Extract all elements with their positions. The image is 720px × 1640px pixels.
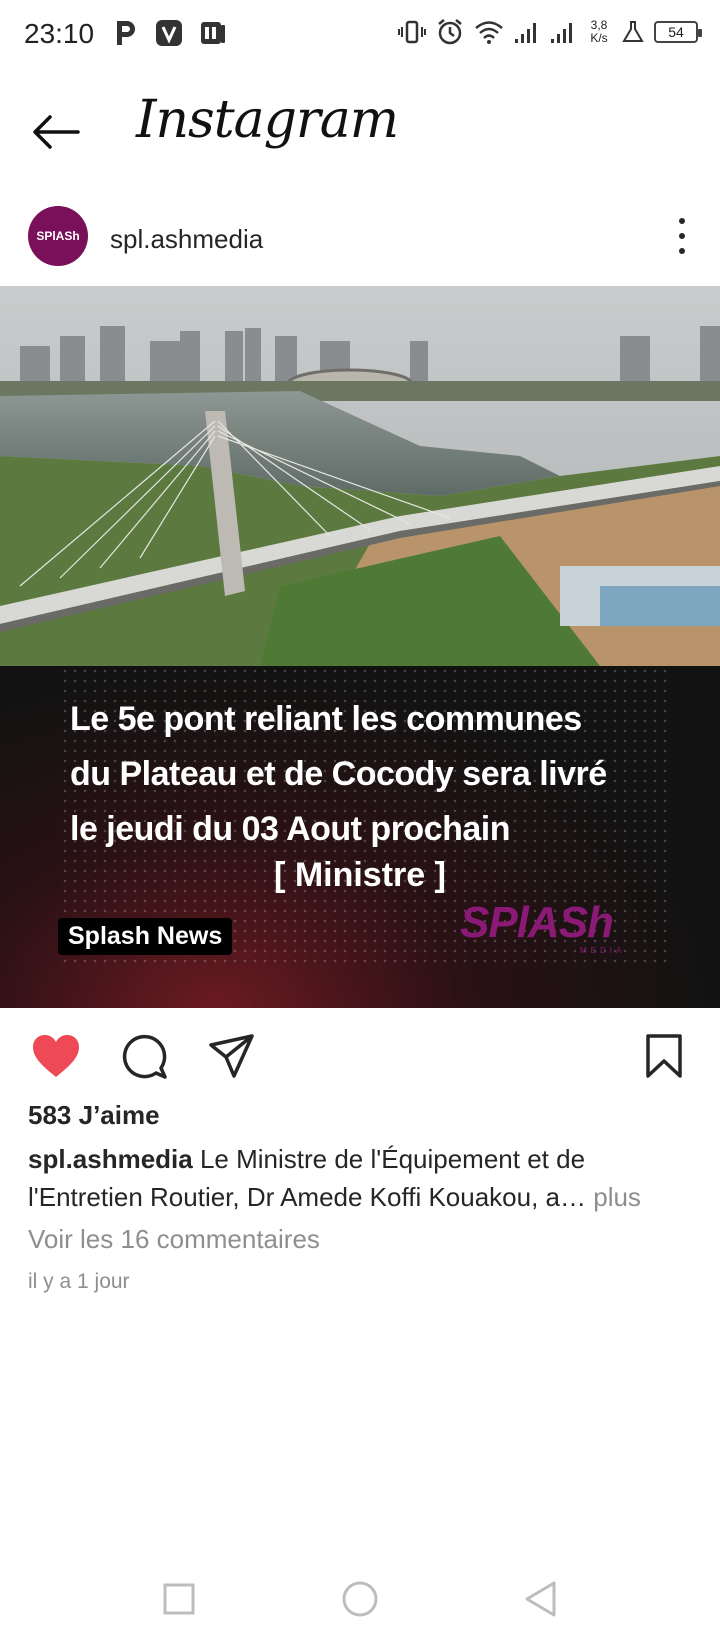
share-icon bbox=[209, 1034, 254, 1078]
status-notification-icons bbox=[110, 18, 228, 48]
back-button[interactable] bbox=[26, 102, 86, 162]
v-app-icon bbox=[154, 18, 184, 48]
comment-icon bbox=[122, 1034, 167, 1079]
more-options-button[interactable] bbox=[670, 214, 694, 258]
battery-indicator: 54 bbox=[654, 21, 702, 43]
recent-apps-icon bbox=[163, 1583, 195, 1615]
view-comments-link[interactable]: Voir les 16 commentaires bbox=[28, 1224, 320, 1255]
avatar[interactable]: SPlASh bbox=[28, 206, 88, 266]
wifi-icon bbox=[475, 21, 503, 44]
brand-logo-sub: MEDIA bbox=[580, 946, 626, 955]
more-dot bbox=[679, 233, 685, 239]
heart-filled-icon bbox=[33, 1035, 79, 1077]
status-time: 23:10 bbox=[24, 18, 95, 49]
brand-logo: SPlASh bbox=[460, 898, 614, 947]
signal-1-icon bbox=[515, 23, 536, 43]
post-header: SPlASh spl.ashmedia bbox=[0, 200, 720, 286]
vibrate-icon bbox=[398, 20, 426, 44]
post-banner: Le 5e pont reliant les communes du Plate… bbox=[0, 666, 720, 1008]
system-nav-bar bbox=[0, 1560, 720, 1640]
signal-2-icon bbox=[551, 23, 572, 43]
more-dot bbox=[679, 248, 685, 254]
home-button[interactable] bbox=[335, 1574, 385, 1624]
like-button[interactable] bbox=[30, 1030, 82, 1082]
headline: Le 5e pont reliant les communes du Plate… bbox=[70, 692, 670, 857]
post-username[interactable]: spl.ashmedia bbox=[110, 224, 263, 255]
bridge-photo bbox=[0, 286, 720, 666]
post-timestamp: il y a 1 jour bbox=[28, 1270, 130, 1293]
headline-line-3: le jeudi du 03 Aout prochain bbox=[70, 810, 511, 848]
caption-more-link[interactable]: plus bbox=[586, 1182, 641, 1212]
network-speed-unit: K/s bbox=[590, 31, 608, 45]
more-vertical-icon bbox=[679, 218, 685, 224]
share-button[interactable] bbox=[206, 1030, 258, 1082]
post-image[interactable]: Le 5e pont reliant les communes du Plate… bbox=[0, 286, 720, 1008]
comment-button[interactable] bbox=[118, 1030, 170, 1082]
app-header: Instagram bbox=[0, 72, 720, 190]
headline-line-2: du Plateau et de Cocody sera livré bbox=[70, 755, 607, 793]
save-button[interactable] bbox=[638, 1030, 690, 1082]
caption: spl.ashmedia Le Ministre de l'Équipement… bbox=[28, 1140, 698, 1216]
likes-count[interactable]: 583 J’aime bbox=[28, 1100, 160, 1131]
news-tag: Splash News bbox=[58, 918, 233, 955]
caption-author[interactable]: spl.ashmedia bbox=[28, 1144, 193, 1174]
bookmark-icon bbox=[646, 1034, 682, 1078]
alarm-icon bbox=[438, 19, 462, 45]
status-bar: 23:10 3,8 K/s 54 bbox=[0, 0, 720, 72]
nav-back-button[interactable] bbox=[516, 1574, 566, 1624]
p-app-icon bbox=[110, 18, 140, 48]
app-title: Instagram bbox=[136, 90, 399, 150]
flask-icon bbox=[622, 21, 644, 42]
news-app-icon bbox=[198, 18, 228, 48]
recent-apps-button[interactable] bbox=[154, 1574, 204, 1624]
home-icon bbox=[342, 1581, 378, 1617]
headline-attribution: [ Ministre ] bbox=[274, 856, 446, 894]
nav-back-icon bbox=[525, 1581, 556, 1617]
status-system-icons: 3,8 K/s 54 bbox=[398, 18, 702, 46]
back-arrow-icon bbox=[33, 115, 80, 149]
headline-line-1: Le 5e pont reliant les communes bbox=[70, 700, 582, 738]
network-speed: 3,8 K/s bbox=[586, 19, 612, 45]
action-bar bbox=[0, 1008, 720, 1100]
